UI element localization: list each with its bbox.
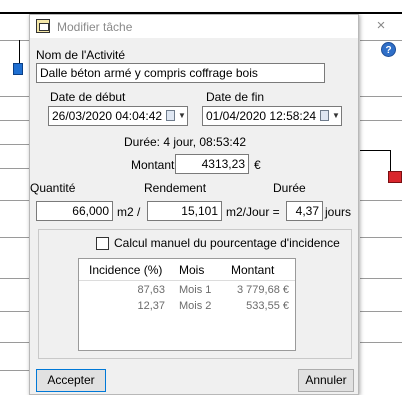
dialog-titlebar: Modifier tâche × (30, 15, 385, 38)
calendar-icon (320, 110, 329, 121)
end-date-value: 01/04/2020 12:58:24 (206, 109, 317, 123)
gantt-row-line (0, 40, 29, 41)
gantt-row-line (0, 278, 29, 279)
yield-field[interactable]: 15,101 (147, 201, 222, 221)
cell-amount: 3 779,68 € (237, 284, 289, 296)
gantt-row-line (0, 96, 29, 97)
gantt-row-line (0, 237, 29, 238)
manual-incidence-label[interactable]: Calcul manuel du pourcentage d'incidence (114, 236, 340, 250)
task-window-icon (36, 19, 50, 33)
start-date-picker[interactable]: 26/03/2020 04:04:42 ▼ (48, 106, 188, 126)
gantt-row-line (360, 311, 402, 312)
activity-name-label: Nom de l'Activité (36, 48, 125, 62)
gantt-row-line (360, 237, 402, 238)
amount-field[interactable]: 4313,23 (175, 154, 249, 174)
column-header-month[interactable]: Mois (179, 263, 204, 277)
amount-label: Montant (131, 158, 175, 172)
gantt-link-line (390, 150, 391, 172)
gantt-row-line (0, 200, 29, 201)
column-header-incidence[interactable]: Incidence (%) (89, 263, 162, 277)
gantt-row-line (0, 370, 29, 371)
screen: Modifier tâche × ? Nom de l'Activité Dal… (0, 0, 402, 395)
duration-unit: jours (325, 205, 352, 219)
end-date-label: Date de fin (206, 90, 265, 104)
gantt-row-line (360, 96, 402, 97)
amount-unit: € (254, 158, 261, 172)
gantt-row-line (360, 40, 402, 41)
quantity-unit: m2 / (117, 205, 141, 219)
gantt-bar-blue (13, 63, 23, 75)
accept-button[interactable]: Accepter (36, 369, 106, 392)
end-date-dropdown[interactable]: ▼ (319, 109, 340, 123)
gantt-link-line (19, 40, 20, 64)
yield-unit: m2/Jour = (226, 205, 280, 219)
modify-task-dialog: Modifier tâche × ? Nom de l'Activité Dal… (29, 14, 396, 395)
duration-days-field[interactable]: 4,37 (286, 201, 323, 221)
yield-label: Rendement (144, 181, 207, 195)
table-row[interactable]: 12,37 Mois 2 533,55 € (79, 299, 295, 315)
help-icon[interactable]: ? (381, 42, 396, 57)
cell-incidence: 87,63 (137, 284, 165, 296)
table-row[interactable]: 87,63 Mois 1 3 779,68 € (79, 283, 295, 299)
activity-name-field[interactable]: Dalle béton armé y compris coffrage bois (36, 63, 325, 83)
gantt-row-line (360, 278, 402, 279)
incidence-table: Incidence (%) Mois Montant 87,63 Mois 1 … (78, 258, 296, 351)
dialog-title: Modifier tâche (57, 20, 133, 34)
duration-label: Durée (273, 181, 306, 195)
table-header: Incidence (%) Mois Montant (79, 259, 295, 281)
cell-amount: 533,55 € (246, 300, 289, 312)
start-date-value: 26/03/2020 04:04:42 (52, 109, 163, 123)
start-date-label: Date de début (50, 90, 126, 104)
start-date-dropdown[interactable]: ▼ (165, 109, 186, 123)
close-icon[interactable]: × (368, 16, 394, 36)
end-date-picker[interactable]: 01/04/2020 12:58:24 ▼ (202, 106, 342, 126)
cancel-button[interactable]: Annuler (298, 369, 354, 392)
cell-month: Mois 1 (179, 284, 212, 296)
quantity-field[interactable]: 66,000 (36, 201, 113, 221)
cell-month: Mois 2 (179, 300, 212, 312)
gantt-row-line (0, 144, 29, 145)
cell-incidence: 12,37 (137, 300, 165, 312)
manual-incidence-checkbox[interactable] (96, 237, 109, 250)
chevron-down-icon: ▼ (178, 111, 186, 120)
gantt-row-line (0, 168, 29, 169)
gantt-link-line (360, 150, 390, 151)
gantt-row-line (0, 311, 29, 312)
gantt-row-line (360, 342, 402, 343)
calendar-icon (166, 110, 175, 121)
duration-summary: Durée: 4 jour, 08:53:42 (124, 135, 247, 149)
column-header-amount[interactable]: Montant (231, 263, 274, 277)
gantt-row-line (0, 342, 29, 343)
gantt-row-line (360, 200, 402, 201)
quantity-label: Quantité (30, 181, 76, 195)
gantt-row-line (0, 120, 29, 121)
gantt-bar-red (388, 171, 402, 183)
gantt-row-line (360, 120, 402, 121)
chevron-down-icon: ▼ (332, 111, 340, 120)
